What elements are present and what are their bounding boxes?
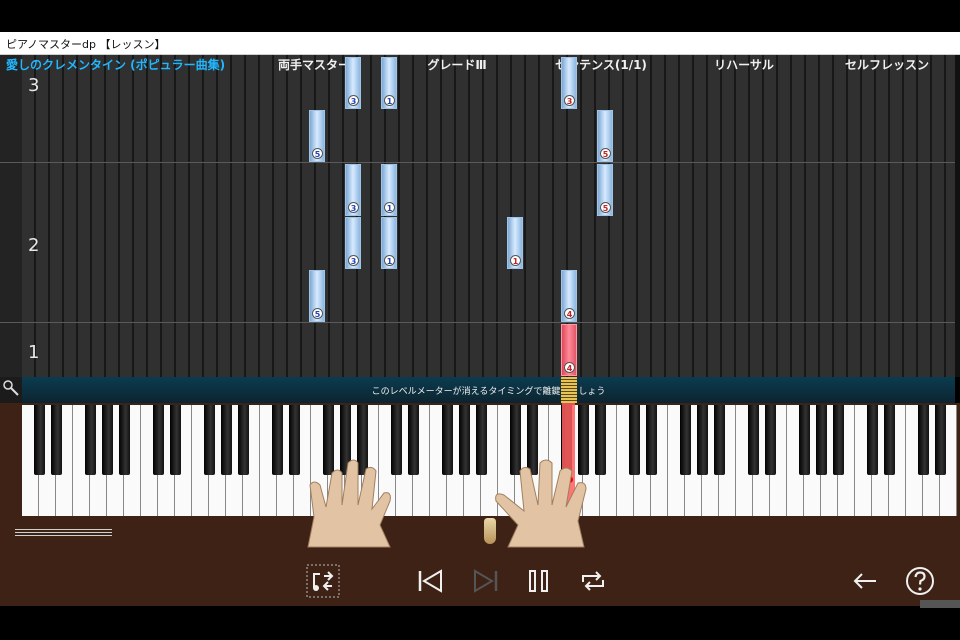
finger-number: 1 bbox=[510, 255, 521, 266]
skip-previous-icon bbox=[418, 569, 442, 593]
black-key[interactable] bbox=[816, 405, 827, 475]
measure-number: 1 bbox=[28, 342, 40, 363]
falling-note: 3 bbox=[561, 57, 577, 109]
metronome-light bbox=[484, 518, 496, 544]
finger-number: 3 bbox=[348, 202, 359, 213]
finger-number: 3 bbox=[348, 255, 359, 266]
finger-number: 1 bbox=[384, 202, 395, 213]
black-key[interactable] bbox=[289, 405, 300, 475]
release-level-meter bbox=[561, 377, 577, 403]
black-key[interactable] bbox=[408, 405, 419, 475]
loop-button[interactable] bbox=[576, 564, 610, 598]
measure-line bbox=[0, 322, 955, 323]
window-title: ピアノマスターdp 【レッスン】 bbox=[6, 38, 166, 51]
falling-note: 5 bbox=[597, 164, 613, 216]
left-hand-guide bbox=[307, 459, 391, 548]
black-key[interactable] bbox=[272, 405, 283, 475]
measure-line bbox=[0, 162, 955, 163]
black-key[interactable] bbox=[102, 405, 113, 475]
note-roll: 愛しのクレメンタイン (ポピュラー曲集) 両手マスター グレードⅢ センテンス(… bbox=[0, 55, 960, 377]
menu-self-lesson[interactable]: セルフレッスン bbox=[845, 56, 929, 73]
back-button[interactable] bbox=[848, 564, 882, 598]
black-key[interactable] bbox=[799, 405, 810, 475]
finger-number: 3 bbox=[564, 95, 575, 106]
finger-number: 5 bbox=[312, 308, 323, 319]
finger-number: 1 bbox=[384, 95, 395, 106]
black-key[interactable] bbox=[867, 405, 878, 475]
black-key[interactable] bbox=[459, 405, 470, 475]
black-key[interactable] bbox=[680, 405, 691, 475]
black-key[interactable] bbox=[170, 405, 181, 475]
black-key[interactable] bbox=[833, 405, 844, 475]
black-key[interactable] bbox=[646, 405, 657, 475]
finger-number: 4 bbox=[564, 308, 575, 319]
measure-number: 3 bbox=[28, 75, 40, 96]
black-key[interactable] bbox=[442, 405, 453, 475]
finger-number: 1 bbox=[384, 255, 395, 266]
menu-grade[interactable]: グレードⅢ bbox=[427, 56, 486, 73]
corner-handle bbox=[920, 600, 960, 608]
black-key[interactable] bbox=[748, 405, 759, 475]
black-key[interactable] bbox=[629, 405, 640, 475]
scroll-ruler bbox=[955, 55, 960, 377]
falling-note: 3 bbox=[345, 217, 361, 269]
magnifier-icon bbox=[3, 380, 19, 396]
falling-note: 4 bbox=[561, 270, 577, 322]
repeat-section-button[interactable] bbox=[306, 564, 340, 598]
falling-note: 5 bbox=[597, 110, 613, 162]
black-key[interactable] bbox=[204, 405, 215, 475]
finger-number: 5 bbox=[600, 202, 611, 213]
falling-note: 5 bbox=[309, 270, 325, 322]
black-key[interactable] bbox=[697, 405, 708, 475]
falling-note: 1 bbox=[507, 217, 523, 269]
loop-icon bbox=[582, 571, 604, 591]
next-button[interactable] bbox=[469, 564, 503, 598]
back-arrow-icon bbox=[853, 573, 876, 589]
active-note: 4 bbox=[561, 324, 577, 376]
falling-note: 1 bbox=[381, 217, 397, 269]
skip-next-icon bbox=[474, 569, 498, 593]
finger-number: 5 bbox=[312, 148, 323, 159]
key-lanes bbox=[22, 55, 960, 377]
black-key[interactable] bbox=[51, 405, 62, 475]
window-title-bar: ピアノマスターdp 【レッスン】 bbox=[0, 32, 960, 55]
black-key[interactable] bbox=[119, 405, 130, 475]
help-button[interactable] bbox=[903, 564, 937, 598]
finger-number: 3 bbox=[348, 95, 359, 106]
right-hand-guide bbox=[495, 459, 587, 548]
pause-icon bbox=[529, 570, 548, 592]
black-key[interactable] bbox=[34, 405, 45, 475]
black-key[interactable] bbox=[153, 405, 164, 475]
previous-button[interactable] bbox=[413, 564, 447, 598]
menu-rehearsal[interactable]: リハーサル bbox=[714, 56, 774, 73]
falling-note: 1 bbox=[381, 164, 397, 216]
repeat-section-icon bbox=[306, 564, 340, 598]
black-key[interactable] bbox=[884, 405, 895, 475]
black-key[interactable] bbox=[221, 405, 232, 475]
pause-button[interactable] bbox=[522, 564, 556, 598]
black-key[interactable] bbox=[765, 405, 776, 475]
black-key[interactable] bbox=[85, 405, 96, 475]
help-icon bbox=[906, 567, 934, 595]
black-key[interactable] bbox=[714, 405, 725, 475]
menu-practice-mode[interactable]: 両手マスター bbox=[278, 56, 350, 73]
falling-note: 3 bbox=[345, 57, 361, 109]
measure-number: 2 bbox=[28, 235, 40, 256]
black-key[interactable] bbox=[935, 405, 946, 475]
bottom-bar bbox=[0, 606, 960, 640]
black-key[interactable] bbox=[238, 405, 249, 475]
level-meter-bar: このレベルメーターが消えるタイミングで離鍵しましょう bbox=[22, 377, 955, 403]
falling-note: 3 bbox=[345, 164, 361, 216]
song-title[interactable]: 愛しのクレメンタイン (ポピュラー曲集) bbox=[6, 56, 225, 73]
falling-note: 5 bbox=[309, 110, 325, 162]
zoom-button[interactable] bbox=[0, 377, 22, 403]
finger-number: 5 bbox=[600, 148, 611, 159]
finger-number: 4 bbox=[564, 362, 575, 373]
black-key[interactable] bbox=[918, 405, 929, 475]
black-key[interactable] bbox=[476, 405, 487, 475]
pedal-indicator bbox=[15, 529, 112, 539]
meter-message: このレベルメーターが消えるタイミングで離鍵しましょう bbox=[371, 387, 606, 397]
falling-note: 1 bbox=[381, 57, 397, 109]
